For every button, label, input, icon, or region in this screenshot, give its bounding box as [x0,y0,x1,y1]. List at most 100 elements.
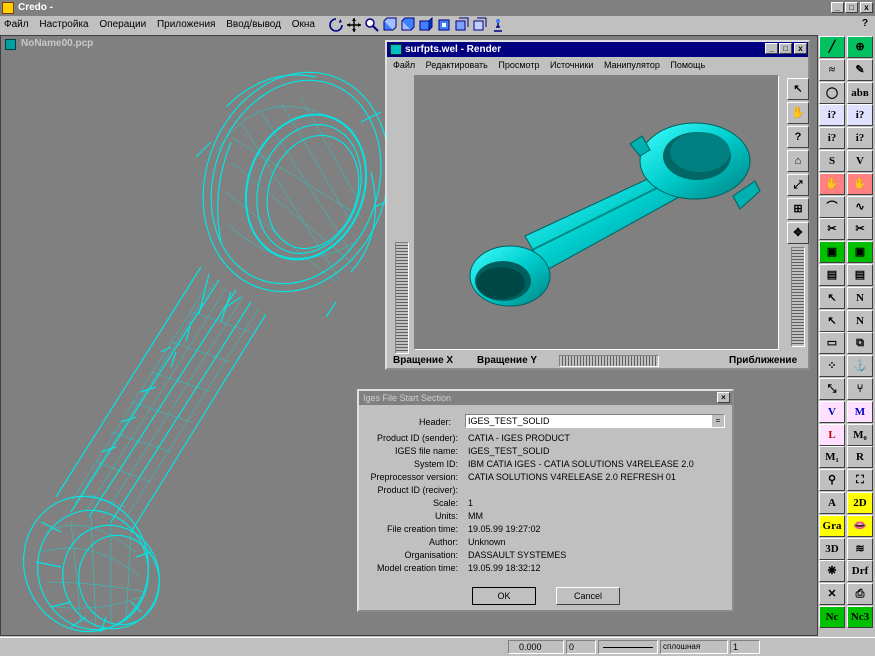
status-field-2[interactable]: 0 [566,640,596,654]
3d-tool-icon[interactable]: 3D [819,537,845,560]
render-menu-sources[interactable]: Источники [550,60,593,70]
trim-tool-icon-1[interactable]: ✂ [819,218,845,241]
hand-tool-icon-2[interactable]: ✋ [847,172,873,195]
volume-tool-icon[interactable]: V [847,150,873,172]
window-tool-icon[interactable]: ▭ [819,332,845,355]
menu-applications[interactable]: Приложения [157,19,216,30]
view-bottom-icon[interactable] [472,17,488,33]
menu-settings[interactable]: Настройка [39,19,88,30]
hand-tool-icon-1[interactable]: ✋ [819,172,845,195]
close-button[interactable]: x [860,2,873,13]
nc3-tool-icon[interactable]: Nc3 [847,606,873,628]
arc-tool-icon[interactable]: ⌒ [819,195,845,218]
line-style-field[interactable] [598,640,658,654]
menu-io[interactable]: Ввод/вывод [226,19,281,30]
m1-tool-icon[interactable]: M₁ [819,446,845,469]
render-menu-manipulator[interactable]: Манипулятор [604,60,660,70]
view-side-icon[interactable] [418,17,434,33]
maximize-button[interactable]: □ [845,2,858,13]
header-combo-dropdown-icon[interactable]: = [712,415,724,427]
move-icon[interactable]: ✥ [787,222,809,244]
info-tool-icon-3[interactable]: i? [819,127,845,150]
info-tool-icon-1[interactable]: i? [819,104,845,127]
home-view-icon[interactable]: ⌂ [787,150,809,172]
brain-tool-icon[interactable]: ❋ [819,560,845,583]
render-close-button[interactable]: x [794,43,807,54]
cancel-button[interactable]: Cancel [556,587,620,605]
trim-tool-icon-2[interactable]: ✂ [847,218,873,241]
pan-icon[interactable] [346,17,362,33]
grid-tool-icon[interactable]: ⁘ [819,355,845,378]
view-front-icon[interactable] [382,17,398,33]
curve-tool-icon[interactable]: ∿ [847,195,873,218]
light-source-icon[interactable] [490,17,506,33]
info-tool-icon-4[interactable]: i? [847,127,873,150]
render-minimize-button[interactable]: _ [765,43,778,54]
transform-tool-icon[interactable]: ⤡ [819,378,845,400]
graph-tool-icon[interactable]: Gra [819,514,845,537]
pointer-tool-icon-1[interactable]: ↖ [819,286,845,309]
fit-view-icon[interactable]: ⤢ [787,174,809,196]
2d-tool-icon[interactable]: 2D [847,492,873,514]
a-tool-icon[interactable]: A [819,492,845,514]
render-viewport[interactable] [414,75,779,350]
nc-tool-icon[interactable]: Nc [819,606,845,628]
layers-tool-icon[interactable]: ⧉ [847,332,873,355]
surface-tool-icon[interactable]: S [819,150,845,172]
render-menu-view[interactable]: Просмотр [498,60,539,70]
line-type-combo[interactable]: сплошная [660,640,728,654]
draft-tool-icon[interactable]: Drf [847,560,873,583]
view-top-icon[interactable] [400,17,416,33]
page-field[interactable]: 1 [730,640,760,654]
grid-icon[interactable]: ⊞ [787,198,809,220]
view-v-tool-icon[interactable]: V [819,400,845,423]
info-tool-icon-2[interactable]: i? [847,104,873,127]
menu-file[interactable]: Файл [4,19,29,30]
rotate-view-icon[interactable] [328,17,344,33]
zoom-icon[interactable] [364,17,380,33]
normal-tool-icon-1[interactable]: N [847,286,873,309]
render-menu-file[interactable]: Файл [393,60,415,70]
view-m-tool-icon[interactable]: M [847,400,873,423]
minimize-button[interactable]: _ [831,2,844,13]
render-menu-edit[interactable]: Редактировать [426,60,488,70]
iges-close-button[interactable]: × [717,392,730,403]
frame-select-tool-icon[interactable]: ⛶ [847,469,873,492]
target-tool-icon[interactable]: ⊕ [847,36,873,58]
normal-tool-icon-2[interactable]: N [847,309,873,332]
coord-field[interactable]: 0.000 [508,640,564,654]
pencil-tool-icon[interactable]: ✎ [847,58,873,81]
frame-tool-icon-2[interactable]: ▤ [847,264,873,286]
select-arrow-icon[interactable]: ↖ [787,78,809,100]
stack-tool-icon[interactable]: ≋ [847,537,873,560]
anchor-tool-icon[interactable]: ⚓ [847,355,873,378]
m0-tool-icon[interactable]: M₀ [847,423,873,446]
wave-tool-icon[interactable]: ≈ [819,58,845,81]
view-l-tool-icon[interactable]: L [819,423,845,446]
ellipse-tool-icon[interactable]: ◯ [819,81,845,104]
header-combo[interactable]: IGES_TEST_SOLID = [465,414,725,428]
view-back-icon[interactable] [454,17,470,33]
zoom-slider[interactable] [791,247,805,347]
cross-tool-icon[interactable]: ✕ [819,583,845,606]
fill-tool-icon-2[interactable]: ▣ [847,241,873,264]
pointer-tool-icon-2[interactable]: ↖ [819,309,845,332]
hand-icon[interactable]: ✋ [787,102,809,124]
rotate-x-slider[interactable] [395,242,409,354]
render-menu-help[interactable]: Помощь [670,60,705,70]
menu-operations[interactable]: Операции [99,19,146,30]
fill-tool-icon-1[interactable]: ▣ [819,241,845,264]
help-mark[interactable]: ? [862,18,868,29]
render-maximize-button[interactable]: □ [779,43,792,54]
help-icon[interactable]: ? [787,126,809,148]
frame-tool-icon-1[interactable]: ▤ [819,264,845,286]
branch-tool-icon[interactable]: ⑂ [847,378,873,400]
ok-button[interactable]: OK [472,587,536,605]
text-tool-icon[interactable]: аbв [847,81,873,104]
view-iso-icon[interactable] [436,17,452,33]
print-tool-icon[interactable]: ⎙ [847,583,873,606]
lips-tool-icon[interactable]: 👄 [847,514,873,537]
lens-tool-icon[interactable]: ⚲ [819,469,845,492]
r-tool-icon[interactable]: R [847,446,873,469]
menu-windows[interactable]: Окна [292,19,315,30]
